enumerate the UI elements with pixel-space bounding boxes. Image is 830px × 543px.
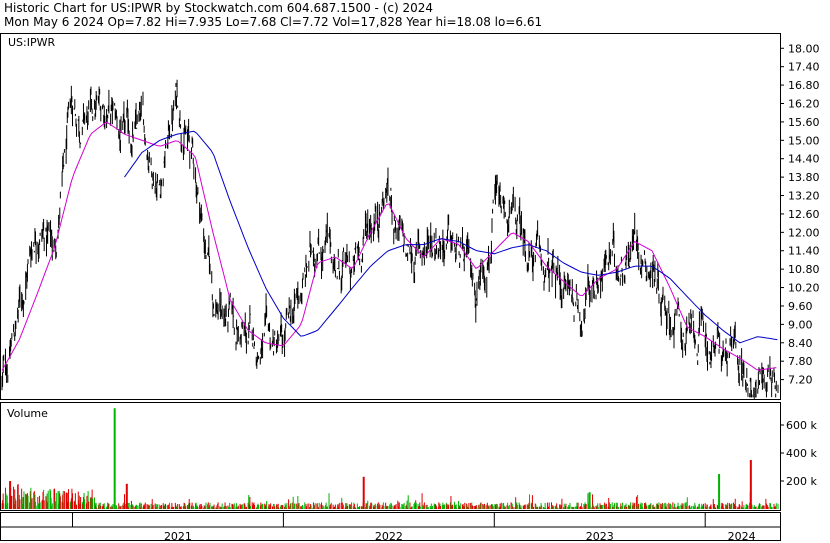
price-tick-label: 14.40	[788, 153, 820, 166]
symbol-label: US:IPWR	[8, 36, 55, 49]
price-tick-label: 9.00	[788, 318, 813, 331]
price-tick-label: 18.00	[788, 42, 820, 55]
price-tick-label: 9.60	[788, 300, 813, 313]
year-label: 2024	[728, 530, 756, 543]
price-tick-label: 7.80	[788, 355, 813, 368]
chart-title: Historic Chart for US:IPWR by Stockwatch…	[4, 1, 434, 15]
price-tick-label: 17.40	[788, 61, 820, 74]
price-tick-label: 13.80	[788, 171, 820, 184]
price-axis: 18.00 17.40 16.80 16.20 15.60 15.00 14.40 13.80…	[780, 42, 820, 387]
price-tick-label: 16.80	[788, 79, 820, 92]
year-label: 2021	[164, 530, 192, 543]
price-tick-label: 13.20	[788, 190, 820, 203]
volume-tick-label: 600 k	[786, 419, 817, 432]
price-tick-label: 15.60	[788, 116, 820, 129]
volume-panel	[0, 402, 781, 511]
quote-summary: Mon May 6 2024 Op=7.82 Hi=7.935 Lo=7.68 …	[4, 15, 543, 29]
volume-tick-label: 400 k	[786, 447, 817, 460]
price-tick-label: 12.60	[788, 208, 820, 221]
volume-label: Volume	[7, 407, 48, 420]
volume-tick-label: 200 k	[786, 475, 817, 488]
year-label: 2022	[375, 530, 403, 543]
price-panel	[0, 33, 781, 400]
price-tick-label: 8.40	[788, 337, 813, 350]
price-tick-label: 7.20	[788, 374, 813, 387]
price-tick-label: 12.00	[788, 226, 820, 239]
volume-axis: 600 k 400 k 200 k	[780, 419, 817, 488]
price-tick-label: 15.00	[788, 134, 820, 147]
price-tick-label: 10.80	[788, 263, 820, 276]
price-tick-label: 16.20	[788, 97, 820, 110]
stock-chart: 18.00 17.40 16.80 16.20 15.60 15.00 14.40 13.80…	[0, 33, 820, 543]
price-tick-label: 10.20	[788, 282, 820, 295]
price-tick-label: 11.40	[788, 245, 820, 258]
year-label: 2023	[586, 530, 614, 543]
